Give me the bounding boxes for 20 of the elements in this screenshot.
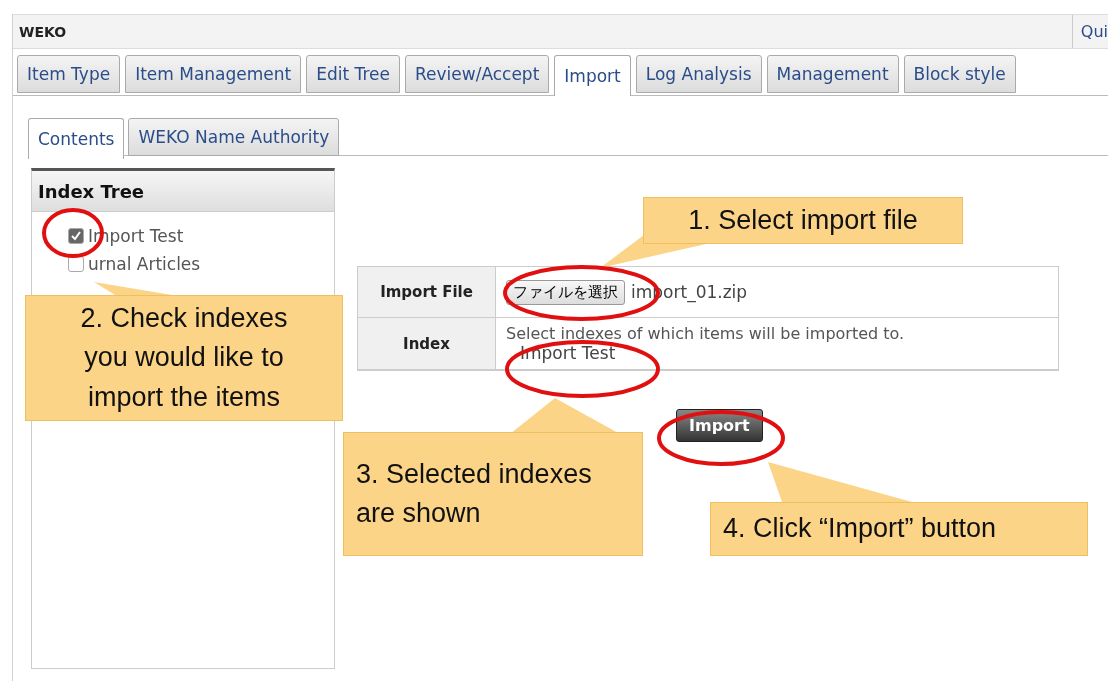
- tab[interactable]: Management: [766, 55, 899, 93]
- quit-link[interactable]: Qui: [1071, 15, 1108, 48]
- tab[interactable]: Item Management: [125, 55, 302, 93]
- tab[interactable]: Edit Tree: [306, 55, 400, 93]
- panel-title: Index Tree: [32, 171, 334, 212]
- checkmark-icon: [71, 231, 81, 241]
- app-title: WEKO: [18, 23, 67, 40]
- tab[interactable]: Review/Accept: [405, 55, 550, 93]
- checkbox[interactable]: [68, 228, 84, 244]
- tree-item-label[interactable]: urnal Articles: [88, 254, 201, 274]
- tab[interactable]: Block style: [903, 55, 1016, 93]
- row-header: Index: [358, 318, 496, 370]
- tab[interactable]: Item Type: [17, 55, 121, 93]
- tab[interactable]: Log Analysis: [635, 55, 762, 93]
- index-hint: Select indexes of which items will be imported to.: [506, 324, 906, 343]
- row-header: Import File: [358, 267, 496, 318]
- choose-file-button[interactable]: ファイルを選択: [506, 279, 625, 305]
- tab[interactable]: WEKO Name Authority: [128, 118, 340, 156]
- tab[interactable]: Import: [554, 55, 631, 96]
- tab[interactable]: Contents: [28, 118, 125, 159]
